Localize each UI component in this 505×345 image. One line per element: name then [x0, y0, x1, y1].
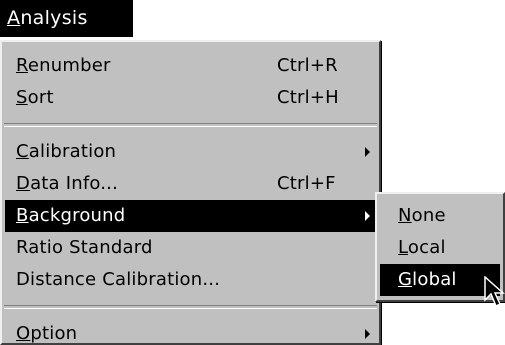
menu-item-data-info[interactable]: Data Info... Ctrl+F	[5, 168, 376, 200]
menu-item-shortcut: Ctrl+H	[277, 87, 339, 108]
menu-item-mnemonic: G	[398, 269, 413, 290]
submenu-item-global[interactable]: Global	[380, 264, 500, 296]
menu-item-label: ata Info...	[30, 173, 119, 194]
mouse-pointer-icon	[484, 276, 505, 308]
analysis-dropdown-menu: Renumber Ctrl+R Sort Ctrl+H Calibration …	[0, 40, 381, 345]
menu-item-label: one	[411, 205, 446, 226]
menu-item-label: Ratio Standard	[16, 237, 153, 258]
menu-item-background[interactable]: Background	[5, 200, 376, 232]
menu-item-mnemonic: C	[16, 141, 29, 162]
menu-item-mnemonic: D	[16, 173, 31, 194]
menu-item-shortcut: Ctrl+F	[277, 173, 336, 194]
menu-item-mnemonic: O	[16, 323, 31, 344]
menu-item-option[interactable]: Option	[5, 318, 376, 345]
menu-item-mnemonic: R	[16, 55, 28, 76]
chevron-right-icon	[365, 147, 370, 157]
menu-item-label: ption	[30, 323, 78, 344]
menu-item-label: ort	[27, 87, 54, 108]
screen: Analysis Renumber Ctrl+R Sort Ctrl+H Cal…	[0, 0, 505, 345]
menu-title-mnemonic: A	[7, 7, 21, 29]
menu-title-rest: nalysis	[20, 7, 88, 29]
menu-item-mnemonic: S	[16, 87, 28, 108]
menu-item-label: Distance Calibration...	[16, 269, 221, 290]
menu-item-shortcut: Ctrl+R	[277, 55, 338, 76]
menu-item-label: enumber	[27, 55, 111, 76]
chevron-right-icon	[365, 329, 370, 339]
analysis-menu-title[interactable]: Analysis	[0, 0, 133, 37]
menu-item-label: ackground	[28, 205, 126, 226]
menu-item-mnemonic: N	[398, 205, 412, 226]
menu-item-distance-calibration[interactable]: Distance Calibration...	[5, 264, 376, 296]
menu-separator	[4, 305, 377, 309]
menu-separator	[4, 123, 377, 127]
menu-item-calibration[interactable]: Calibration	[5, 136, 376, 168]
menu-item-sort[interactable]: Sort Ctrl+H	[5, 82, 376, 114]
menu-item-ratio-standard[interactable]: Ratio Standard	[5, 232, 376, 264]
menu-item-mnemonic: L	[398, 237, 408, 258]
menu-item-renumber[interactable]: Renumber Ctrl+R	[5, 50, 376, 82]
menu-item-label: lobal	[412, 269, 457, 290]
submenu-item-none[interactable]: None	[380, 200, 500, 232]
menu-item-mnemonic: B	[16, 205, 29, 226]
menu-item-label: alibration	[28, 141, 117, 162]
chevron-right-icon	[365, 211, 370, 221]
menu-item-label: ocal	[407, 237, 446, 258]
submenu-item-local[interactable]: Local	[380, 232, 500, 264]
